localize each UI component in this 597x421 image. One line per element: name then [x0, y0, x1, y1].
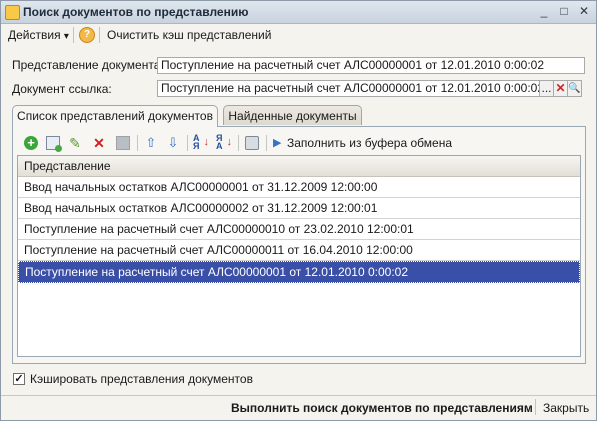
cache-checkbox-label: Кэшировать представления документов — [30, 372, 253, 386]
delete-icon[interactable]: ✕ — [92, 136, 106, 150]
table-row-selected[interactable]: Поступление на расчетный счет АЛС0000000… — [18, 261, 580, 283]
sort-asc-icon[interactable]: А Я ↓ — [193, 134, 209, 151]
presentation-label: Представление документа: — [12, 58, 164, 72]
reference-label: Документ ссылка: — [12, 82, 112, 96]
footer-button-divider — [535, 399, 536, 415]
toolbar-divider — [137, 135, 138, 151]
main-window: Поиск документов по представлению _ □ ✕ … — [0, 0, 597, 421]
toolbar-divider — [73, 27, 74, 43]
table-row[interactable]: Поступление на расчетный счет АЛС0000001… — [18, 219, 580, 240]
table-row[interactable]: Ввод начальных остатков АЛС00000002 от 3… — [18, 198, 580, 219]
footer-divider — [1, 395, 596, 396]
table-row[interactable]: Поступление на расчетный счет АЛС0000001… — [18, 240, 580, 261]
help-icon[interactable]: ? — [79, 27, 95, 43]
fill-icon: ▶ — [273, 137, 282, 149]
minimize-button[interactable]: _ — [535, 3, 553, 20]
presentation-input[interactable]: Поступление на расчетный счет АЛС0000000… — [157, 57, 585, 74]
main-toolbar: Действия ▾ ? Очистить кэш представлений — [1, 24, 596, 46]
actions-menu[interactable]: Действия ▾ — [8, 28, 69, 42]
app-icon — [5, 5, 20, 20]
copy-icon[interactable] — [46, 136, 62, 152]
close-button[interactable]: Закрыть — [543, 401, 589, 415]
move-up-icon[interactable]: ⇧ — [144, 136, 158, 150]
save-icon[interactable] — [116, 136, 130, 150]
tab-found-documents[interactable]: Найденные документы — [223, 105, 362, 125]
presentations-table[interactable]: Представление Ввод начальных остатков АЛ… — [17, 155, 581, 357]
fill-from-clipboard-label: Заполнить из буфера обмена — [287, 136, 452, 150]
table-row[interactable]: Ввод начальных остатков АЛС00000001 от 3… — [18, 177, 580, 198]
select-button[interactable]: ... — [540, 80, 554, 97]
open-icon[interactable]: 🔍 — [568, 80, 582, 97]
column-header-presentation[interactable]: Представление — [18, 156, 580, 177]
search-documents-button[interactable]: Выполнить поиск документов по представле… — [231, 401, 533, 415]
clear-cache-button[interactable]: Очистить кэш представлений — [107, 28, 271, 42]
toolbar-divider — [238, 135, 239, 151]
print-icon[interactable] — [245, 136, 259, 150]
toolbar-divider — [187, 135, 188, 151]
add-icon[interactable]: + — [24, 136, 38, 150]
close-window-button[interactable]: ✕ — [575, 3, 593, 20]
move-down-icon[interactable]: ⇩ — [166, 136, 180, 150]
cache-checkbox[interactable]: ✓ — [13, 373, 25, 385]
actions-menu-label: Действия — [8, 28, 61, 42]
sort-desc-icon[interactable]: Я А ↓ — [216, 134, 232, 151]
toolbar-divider — [99, 27, 100, 43]
edit-icon[interactable]: ✎ — [68, 136, 82, 150]
tab-presentations-list[interactable]: Список представлений документов — [12, 105, 218, 127]
window-title: Поиск документов по представлению — [23, 5, 249, 19]
clear-icon[interactable]: ✕ — [554, 80, 568, 97]
chevron-down-icon: ▾ — [63, 31, 69, 42]
title-bar: Поиск документов по представлению _ □ ✕ — [1, 1, 596, 24]
toolbar-divider — [266, 135, 267, 151]
maximize-button[interactable]: □ — [555, 3, 573, 20]
reference-input[interactable]: Поступление на расчетный счет АЛС0000000… — [157, 80, 540, 97]
